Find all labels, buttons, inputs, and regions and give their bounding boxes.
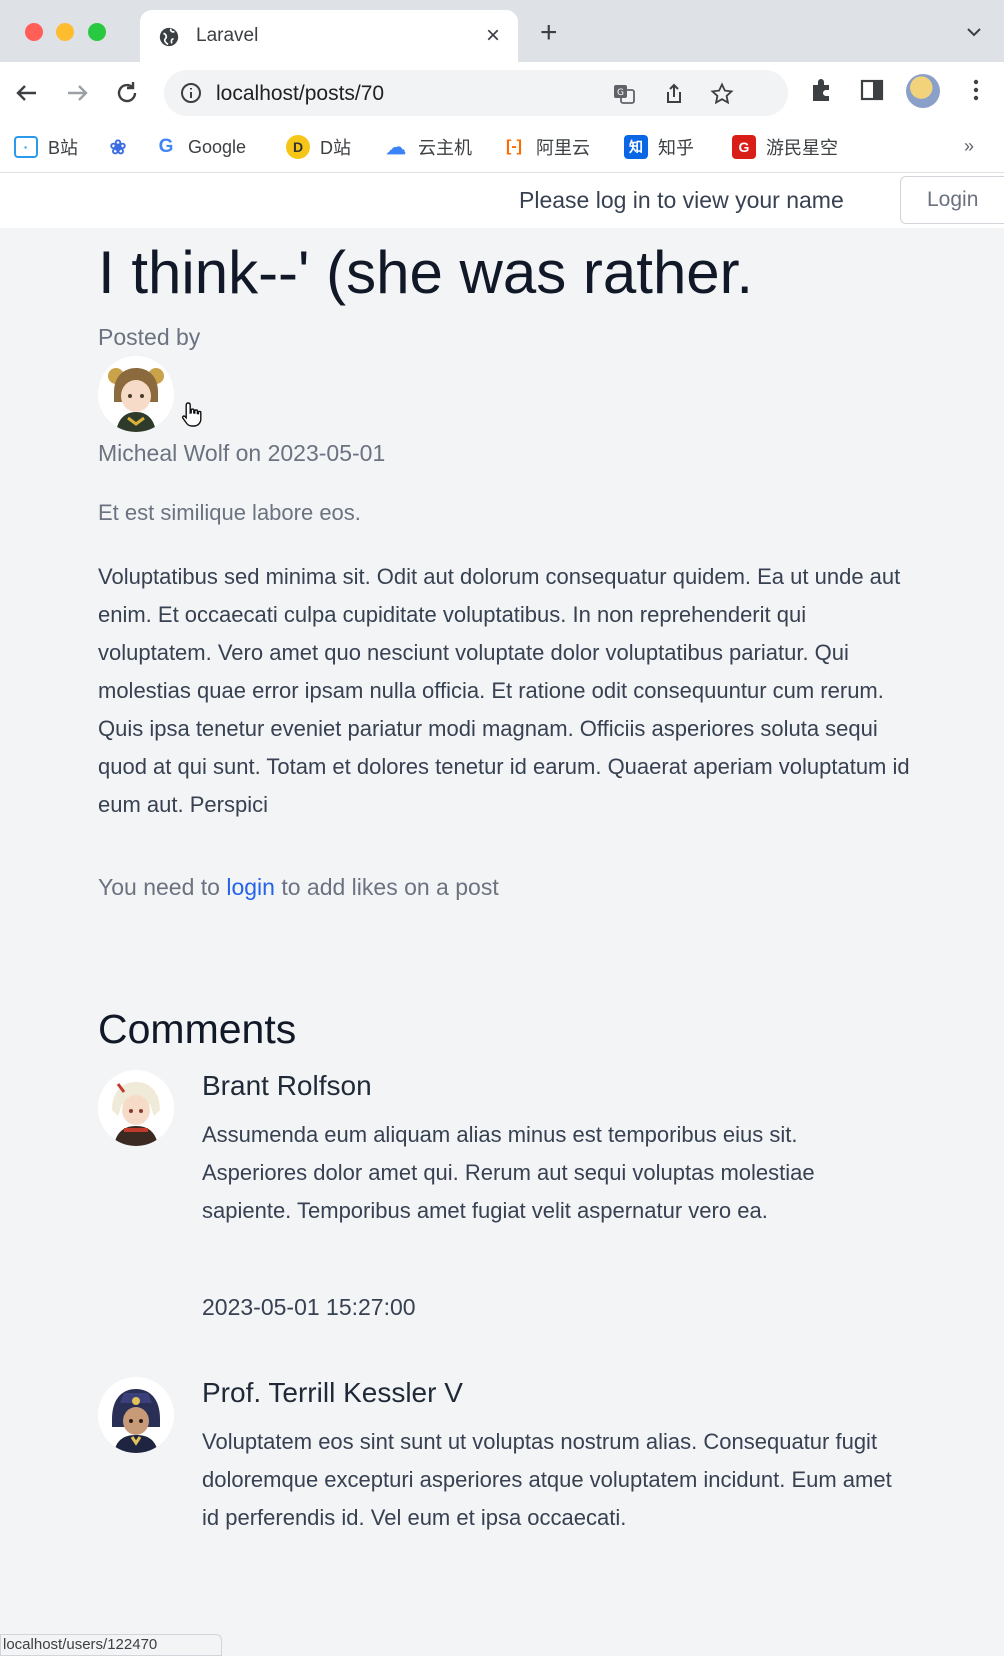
- bookmark-cloud-host[interactable]: ☁ 云主机: [384, 134, 472, 160]
- commenter-avatar[interactable]: [98, 1377, 174, 1453]
- login-button[interactable]: Login: [900, 176, 1004, 224]
- login-message: Please log in to view your name: [519, 187, 844, 213]
- bookmark-label: Google: [188, 136, 247, 157]
- gamersky-icon: G: [732, 135, 756, 159]
- status-bar-url: localhost/users/122470: [0, 1634, 222, 1656]
- tv-icon: ·: [14, 136, 38, 158]
- hand-cursor-icon: [181, 402, 202, 427]
- author-and-date: Micheal Wolf on 2023-05-01: [98, 440, 386, 466]
- tab-close-icon[interactable]: ×: [486, 22, 500, 50]
- bookmark-label: 云主机: [418, 138, 472, 158]
- cloud-icon: ☁: [386, 136, 406, 159]
- aliyun-icon: [-]: [506, 138, 522, 155]
- avatar-illustration: [98, 356, 174, 432]
- side-panel-icon[interactable]: [858, 76, 886, 104]
- posted-by-label: Posted by: [98, 324, 201, 350]
- banana-icon: D: [286, 135, 310, 159]
- info-icon[interactable]: [180, 82, 202, 104]
- url-text: localhost/posts/70: [216, 82, 385, 105]
- bookmark-label: 游民星空: [766, 138, 838, 158]
- commenter-name: Prof. Terrill Kessler V: [202, 1377, 463, 1408]
- comment-body: Assumenda eum aliquam alias minus est te…: [202, 1122, 815, 1223]
- share-icon[interactable]: [662, 82, 686, 106]
- bookmark-paw[interactable]: ❀: [106, 134, 140, 160]
- comment-date: 2023-05-01 15:27:00: [202, 1294, 416, 1320]
- bookmark-label: 阿里云: [536, 138, 590, 158]
- bookmark-bilibili[interactable]: · B站: [14, 134, 78, 160]
- window-minimize-button[interactable]: [56, 23, 74, 41]
- tab-title: Laravel: [196, 25, 259, 46]
- browser-toolbar: localhost/posts/70 G: [0, 62, 1004, 124]
- author-avatar[interactable]: [98, 356, 174, 432]
- commenter-name: Brant Rolfson: [202, 1070, 372, 1101]
- kebab-menu-icon[interactable]: [962, 76, 990, 104]
- paw-icon: ❀: [109, 136, 127, 159]
- bookmark-dsite[interactable]: D D站: [286, 134, 351, 160]
- post-title: I think--' (she was rather.: [98, 239, 754, 306]
- post-body: Voluptatibus sed minima sit. Odit aut do…: [98, 564, 910, 817]
- bookmark-label: D站: [320, 138, 351, 158]
- bookmarks-overflow-icon[interactable]: »: [964, 136, 974, 157]
- window-zoom-button[interactable]: [88, 23, 106, 41]
- bookmark-label: 知乎: [658, 138, 694, 158]
- comments-heading: Comments: [98, 1006, 297, 1052]
- window-close-button[interactable]: [25, 23, 43, 41]
- avatar-illustration: [98, 1070, 174, 1146]
- reload-icon[interactable]: [110, 76, 144, 110]
- extensions-puzzle-icon[interactable]: [808, 76, 836, 104]
- bookmark-gamersky[interactable]: G 游民星空: [732, 134, 838, 160]
- likes-notice: You need to login to add likes on a post: [98, 874, 499, 901]
- browser-tab-active[interactable]: Laravel ×: [140, 10, 518, 62]
- translate-icon[interactable]: G: [612, 82, 636, 106]
- zhihu-icon: 知: [624, 135, 648, 159]
- bookmark-zhihu[interactable]: 知 知乎: [624, 134, 694, 160]
- bookmarks-bar: · B站 ❀ G Google D D站 ☁ 云主机 [-] 阿里云 知 知乎 …: [0, 124, 1004, 173]
- google-icon: G: [158, 136, 174, 157]
- bookmark-google[interactable]: G Google: [154, 134, 246, 160]
- app-header: Please log in to view your name Login: [0, 173, 1004, 228]
- post-excerpt: Et est similique labore eos.: [98, 500, 361, 525]
- back-arrow-icon[interactable]: [10, 76, 44, 110]
- globe-icon: [159, 27, 179, 47]
- bookmark-label: B站: [48, 138, 79, 158]
- chevron-down-icon[interactable]: [966, 24, 982, 40]
- avatar-illustration: [98, 1377, 174, 1453]
- login-link[interactable]: login: [226, 874, 275, 900]
- likes-suffix: to add likes on a post: [281, 874, 499, 900]
- bookmark-aliyun[interactable]: [-] 阿里云: [502, 134, 590, 160]
- likes-prefix: You need to: [98, 874, 220, 900]
- profile-avatar[interactable]: [906, 74, 940, 108]
- comment-body: Voluptatem eos sint sunt ut voluptas nos…: [202, 1429, 892, 1530]
- new-tab-icon[interactable]: +: [540, 18, 558, 48]
- forward-arrow-icon[interactable]: [60, 76, 94, 110]
- svg-text:G: G: [617, 88, 624, 98]
- address-bar[interactable]: localhost/posts/70 G: [164, 70, 788, 116]
- star-bookmark-icon[interactable]: [710, 82, 734, 106]
- commenter-avatar[interactable]: [98, 1070, 174, 1146]
- browser-tab-strip: Laravel × +: [0, 0, 1004, 62]
